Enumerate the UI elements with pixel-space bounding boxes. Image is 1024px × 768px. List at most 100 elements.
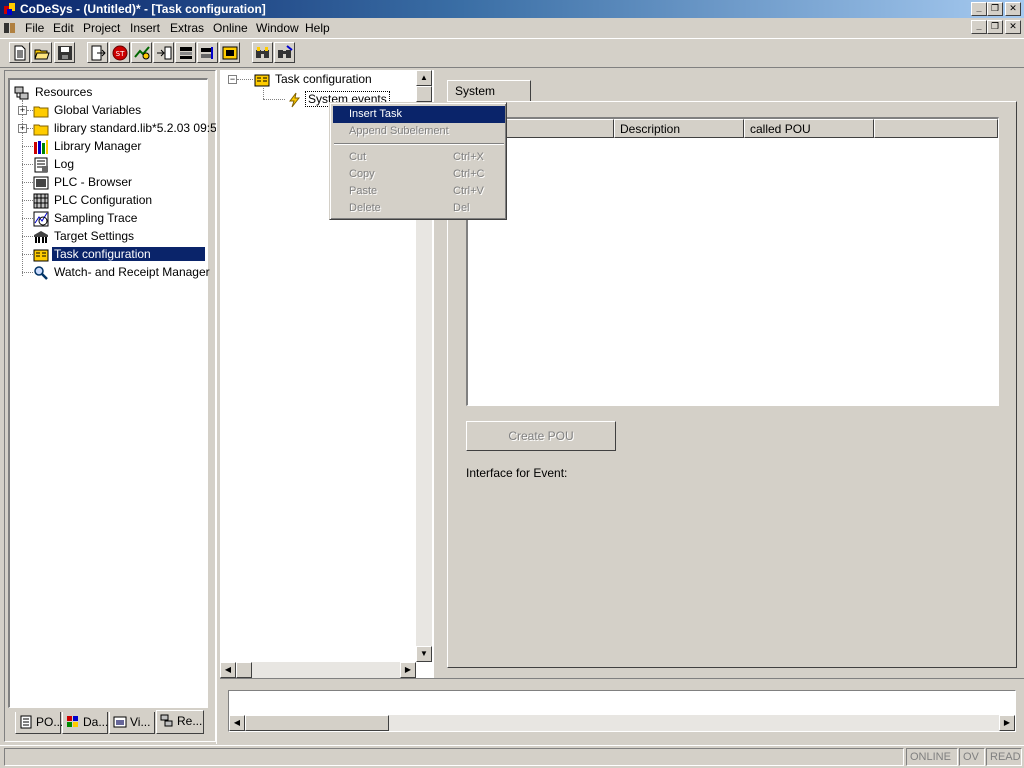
tree-item-label: PLC - Browser: [54, 175, 133, 189]
scroll-left-button[interactable]: ◀: [220, 662, 236, 678]
menu-project[interactable]: Project: [83, 21, 120, 35]
tree-guide-line: [237, 79, 253, 80]
menu-item-copy[interactable]: Copy Ctrl+C: [333, 166, 505, 183]
menu-bar: File Edit Project Insert Extras Online W…: [0, 18, 1024, 38]
menu-window[interactable]: Window: [256, 21, 299, 35]
stop-icon: ST: [112, 45, 128, 61]
collapse-task-configuration[interactable]: −: [228, 75, 237, 84]
tree-item-label: PLC Configuration: [54, 193, 153, 207]
run-icon: [134, 46, 150, 60]
single-cycle-button[interactable]: [175, 42, 196, 63]
open-file-button[interactable]: [31, 42, 52, 63]
mdi-restore-button[interactable]: ❐: [987, 20, 1003, 34]
message-scroll-left-button[interactable]: ◀: [229, 715, 245, 731]
tab-system-events[interactable]: System events: [447, 80, 531, 112]
data-types-icon: [67, 716, 78, 727]
codesys-app-icon[interactable]: [3, 2, 17, 16]
mdi-minimize-button[interactable]: _: [971, 20, 987, 34]
tree-item-task-configuration[interactable]: Task configuration: [33, 246, 207, 264]
tree-item-label: Library Manager: [54, 139, 142, 153]
tab-label: Re...: [177, 714, 203, 728]
column-header-called-pou[interactable]: called POU: [744, 119, 874, 138]
tab-label: Vi...: [130, 715, 151, 729]
tab-data-types[interactable]: Da...: [62, 712, 108, 734]
new-file-button[interactable]: [9, 42, 30, 63]
tree-item-label: Watch- and Receipt Manager: [54, 265, 210, 279]
tab-resources[interactable]: Re...: [156, 710, 204, 734]
menu-online[interactable]: Online: [213, 21, 248, 35]
mdi-close-button[interactable]: ✕: [1005, 20, 1021, 34]
find-button[interactable]: [252, 42, 273, 63]
tree-guide-line: [263, 88, 264, 99]
horizontal-splitter[interactable]: [220, 678, 1024, 684]
window-title: CoDeSys - (Untitled)* - [Task configurat…: [20, 2, 266, 16]
menu-insert[interactable]: Insert: [130, 21, 160, 35]
force-values-button[interactable]: [219, 42, 240, 63]
open-folder-icon: [34, 49, 50, 60]
log-icon: [34, 157, 48, 173]
tab-visualizations[interactable]: Vi...: [109, 712, 155, 734]
mdi-document-icon[interactable]: [3, 21, 17, 35]
context-menu: Insert Task Append Subelement Cut Ctrl+X…: [329, 102, 507, 220]
minimize-button[interactable]: _: [971, 2, 987, 16]
write-values-button[interactable]: [197, 42, 218, 63]
lightning-icon: [289, 92, 301, 108]
resources-tree[interactable]: Resources + Global Variables + library s…: [8, 78, 227, 708]
expand-global-variables[interactable]: +: [18, 106, 27, 115]
replace-button[interactable]: [274, 42, 295, 63]
task-configuration-icon: [33, 249, 49, 262]
restore-button[interactable]: ❐: [987, 2, 1003, 16]
scroll-right-button[interactable]: ▶: [400, 662, 416, 678]
menu-help[interactable]: Help: [305, 21, 330, 35]
message-scroll-thumb[interactable]: [245, 715, 389, 731]
tree-guide-line: [22, 236, 33, 237]
scroll-up-button[interactable]: ▲: [416, 70, 432, 86]
status-online: ONLINE: [906, 748, 958, 766]
close-button[interactable]: ✕: [1005, 2, 1021, 16]
expand-library-standard[interactable]: +: [18, 124, 27, 133]
pou-icon: [20, 715, 32, 729]
menu-extras[interactable]: Extras: [170, 21, 204, 35]
menu-item-cut[interactable]: Cut Ctrl+X: [333, 149, 505, 166]
status-read: READ: [986, 748, 1022, 766]
toolbar: ST: [0, 38, 1024, 68]
tree-item-label: Global Variables: [54, 103, 142, 117]
tree-guide-line: [22, 218, 33, 219]
message-scroll-track[interactable]: [389, 715, 999, 731]
system-events-list[interactable]: Name Description called POU: [466, 117, 999, 406]
scroll-track-horizontal[interactable]: [252, 662, 400, 678]
title-bar[interactable]: CoDeSys - (Untitled)* - [Task configurat…: [0, 0, 1024, 18]
save-disk-icon: [58, 46, 72, 60]
menu-edit[interactable]: Edit: [53, 21, 74, 35]
create-pou-button[interactable]: Create POU: [466, 421, 616, 451]
menu-item-append-subelement[interactable]: Append Subelement: [333, 123, 505, 140]
menu-item-insert-task[interactable]: Insert Task: [333, 106, 505, 123]
menu-item-label: Append Subelement: [349, 125, 449, 137]
write-values-icon: [201, 47, 213, 59]
tab-pous[interactable]: PO...: [15, 712, 64, 734]
force-values-icon: [222, 46, 238, 60]
tree-item-label: Sampling Trace: [54, 211, 138, 225]
scroll-down-button[interactable]: ▼: [416, 646, 432, 662]
tab-label: PO...: [36, 715, 64, 729]
plc-browser-icon: [33, 176, 49, 190]
menu-item-shortcut: Ctrl+X: [453, 151, 484, 163]
menu-file[interactable]: File: [25, 21, 44, 35]
scroll-thumb-vertical[interactable]: [416, 86, 432, 102]
stop-button[interactable]: ST: [109, 42, 130, 63]
menu-item-paste[interactable]: Paste Ctrl+V: [333, 183, 505, 200]
column-header-empty: [874, 119, 998, 138]
save-button[interactable]: [54, 42, 75, 63]
column-header-description[interactable]: Description: [614, 119, 744, 138]
step-button[interactable]: [153, 42, 174, 63]
scroll-thumb-horizontal[interactable]: [236, 662, 252, 678]
svg-text:ST: ST: [116, 50, 125, 58]
login-button[interactable]: [87, 42, 108, 63]
visualizations-icon: [113, 716, 127, 728]
menu-item-delete[interactable]: Delete Del: [333, 200, 505, 217]
menu-item-label: Insert Task: [349, 108, 402, 120]
run-button[interactable]: [131, 42, 152, 63]
message-scroll-right-button[interactable]: ▶: [999, 715, 1015, 731]
tree-guide-line: [22, 164, 33, 165]
message-window[interactable]: ◀ ▶: [228, 690, 1016, 732]
